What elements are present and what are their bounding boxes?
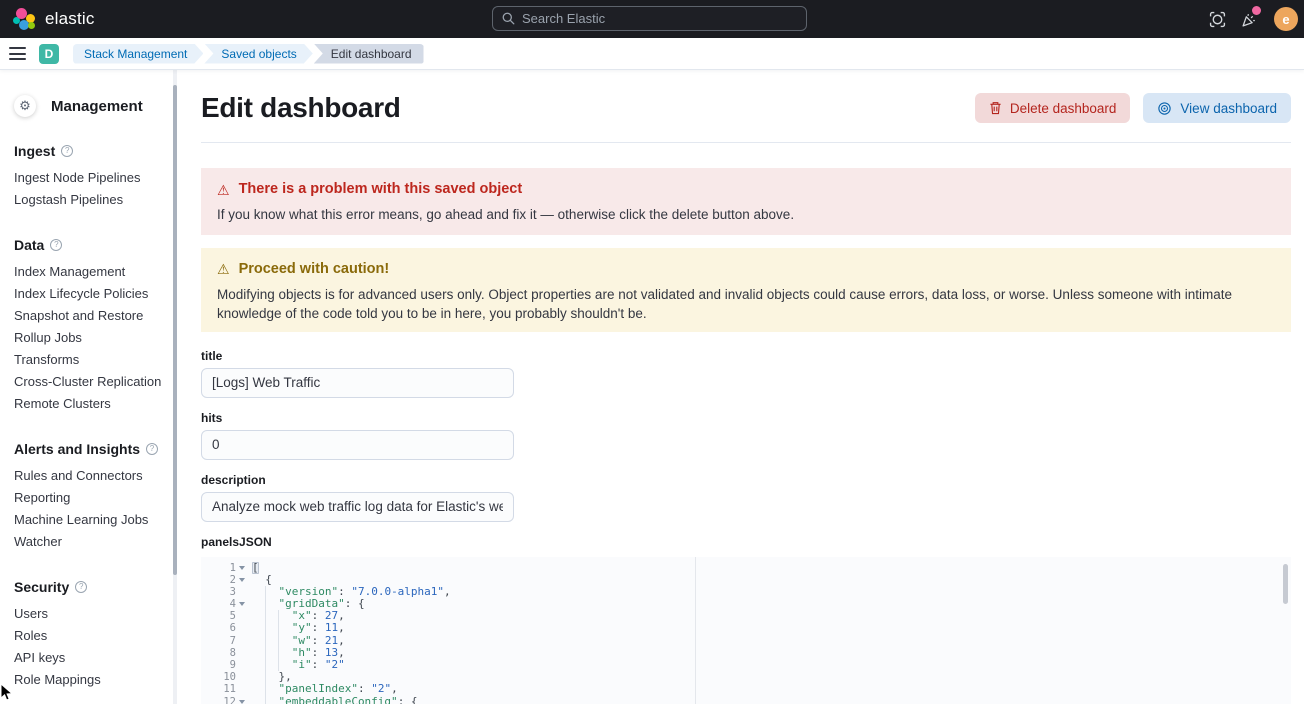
field-label-description: description [201, 473, 1291, 487]
line-number: 2 [201, 574, 247, 586]
section-heading-label: Alerts and Insights [14, 439, 140, 459]
sidebar-title-row[interactable]: ⚙ Management [14, 95, 160, 117]
sidebar-item[interactable]: Rollup Jobs [14, 327, 160, 349]
breadcrumbs: Stack ManagementSaved objectsEdit dashbo… [73, 44, 425, 64]
sidebar-item[interactable]: Machine Learning Jobs [14, 509, 160, 531]
sidebar-item[interactable]: Users [14, 603, 160, 625]
help-icon: ? [146, 443, 158, 455]
search-placeholder: Search Elastic [522, 11, 605, 26]
global-search-input[interactable]: Search Elastic [492, 6, 807, 31]
line-number: 11 [201, 683, 247, 695]
error-callout: ⚠ There is a problem with this saved obj… [201, 168, 1291, 235]
sidebar-nav: Ingest? Ingest Node PipelinesLogstash Pip… [14, 141, 160, 691]
line-number: 8 [201, 647, 247, 659]
sidebar-item[interactable]: Reporting [14, 487, 160, 509]
line-number: 3 [201, 586, 247, 598]
line-number: 6 [201, 622, 247, 634]
section-heading-label: Ingest [14, 141, 55, 161]
app-badge[interactable]: D [39, 44, 59, 64]
line-number: 7 [201, 635, 247, 647]
warning-callout-body: Modifying objects is for advanced users … [217, 285, 1275, 324]
sidebar-item[interactable]: Rules and Connectors [14, 465, 160, 487]
sidebar-scrollbar[interactable] [173, 85, 177, 575]
help-icon: ? [50, 239, 62, 251]
form-fields: title hits description [201, 349, 1291, 522]
user-avatar[interactable]: e [1274, 7, 1298, 31]
breadcrumb-2: Edit dashboard [314, 44, 424, 64]
sidebar-item[interactable]: Snapshot and Restore [14, 305, 160, 327]
line-number: 9 [201, 659, 247, 671]
delete-dashboard-button[interactable]: Delete dashboard [975, 93, 1131, 123]
line-number: 5 [201, 610, 247, 622]
line-number: 10 [201, 671, 247, 683]
error-callout-body: If you know what this error means, go ah… [217, 205, 1275, 225]
field-input-hits[interactable] [201, 430, 514, 460]
sidebar-item[interactable]: Transforms [14, 349, 160, 371]
warning-icon: ⚠ [217, 183, 230, 197]
trash-icon [989, 101, 1002, 115]
view-dashboard-label: View dashboard [1180, 101, 1277, 116]
brand-name: elastic [45, 9, 95, 29]
line-number: 1 [201, 562, 247, 574]
top-bar: elastic Search Elastic [0, 0, 1304, 38]
page-title: Edit dashboard [201, 92, 401, 124]
sidebar-item[interactable]: Index Management [14, 261, 160, 283]
delete-dashboard-label: Delete dashboard [1010, 101, 1117, 116]
line-number: 4 [201, 598, 247, 610]
gear-icon: ⚙ [14, 95, 36, 117]
management-sidebar: ⚙ Management Ingest? Ingest Node Pipeline… [0, 70, 178, 704]
fold-arrow-icon[interactable] [236, 562, 247, 574]
warning-icon: ⚠ [217, 262, 230, 276]
warning-callout: ⚠ Proceed with caution! Modifying object… [201, 248, 1291, 332]
sidebar-section-heading: Ingest? [14, 141, 160, 161]
mouse-cursor [0, 683, 13, 702]
sidebar-item[interactable]: Remote Clusters [14, 393, 160, 415]
sidebar-item[interactable]: Role Mappings [14, 669, 160, 691]
sidebar-item[interactable]: Cross-Cluster Replication [14, 371, 160, 393]
panels-json-editor[interactable]: 1[2{3"version": "7.0.0-alpha1",4"gridDat… [201, 557, 1291, 704]
sidebar-item[interactable]: Logstash Pipelines [14, 189, 160, 211]
header-divider [201, 142, 1291, 143]
view-dashboard-button[interactable]: View dashboard [1143, 93, 1291, 123]
fold-arrow-icon[interactable] [236, 598, 247, 610]
field-input-title[interactable] [201, 368, 514, 398]
breadcrumb-bar: D Stack ManagementSaved objectsEdit dash… [0, 38, 1304, 70]
error-callout-title: There is a problem with this saved objec… [239, 181, 523, 198]
sidebar-item[interactable]: API keys [14, 647, 160, 669]
elastic-logo-icon [13, 8, 36, 31]
help-icon: ? [61, 145, 73, 157]
search-icon [502, 12, 515, 25]
sidebar-title: Management [51, 98, 143, 115]
field-label-panelsJSON: panelsJSON [201, 535, 1291, 549]
editor-scrollbar[interactable] [1283, 564, 1288, 604]
sidebar-item[interactable]: Ingest Node Pipelines [14, 167, 160, 189]
field-input-description[interactable] [201, 492, 514, 522]
notification-dot [1252, 6, 1261, 15]
newsfeed-icon[interactable] [1240, 10, 1258, 28]
warning-callout-title: Proceed with caution! [239, 261, 390, 278]
sidebar-item[interactable]: Roles [14, 625, 160, 647]
field-label-hits: hits [201, 411, 1291, 425]
breadcrumb-0[interactable]: Stack Management [73, 44, 203, 64]
cloud-deployment-icon[interactable] [1208, 10, 1226, 28]
section-heading-label: Data [14, 235, 44, 255]
field-label-title: title [201, 349, 1291, 363]
help-icon: ? [75, 581, 87, 593]
sidebar-item[interactable]: Index Lifecycle Policies [14, 283, 160, 305]
main-content: Edit dashboard Delete dashboard [178, 70, 1304, 704]
elastic-brand[interactable]: elastic [0, 8, 95, 31]
section-heading-label: Security [14, 577, 69, 597]
breadcrumb-1[interactable]: Saved objects [204, 44, 312, 64]
sidebar-section-heading: Security? [14, 577, 160, 597]
line-number: 12 [201, 696, 247, 704]
fold-arrow-icon[interactable] [236, 574, 247, 586]
sidebar-section-heading: Data? [14, 235, 160, 255]
fold-arrow-icon[interactable] [236, 696, 247, 704]
eye-icon [1157, 101, 1172, 116]
sidebar-item[interactable]: Watcher [14, 531, 160, 553]
code-lines: 1[2{3"version": "7.0.0-alpha1",4"gridDat… [201, 562, 1291, 704]
sidebar-section-heading: Alerts and Insights? [14, 439, 160, 459]
menu-hamburger-icon[interactable] [9, 47, 26, 60]
